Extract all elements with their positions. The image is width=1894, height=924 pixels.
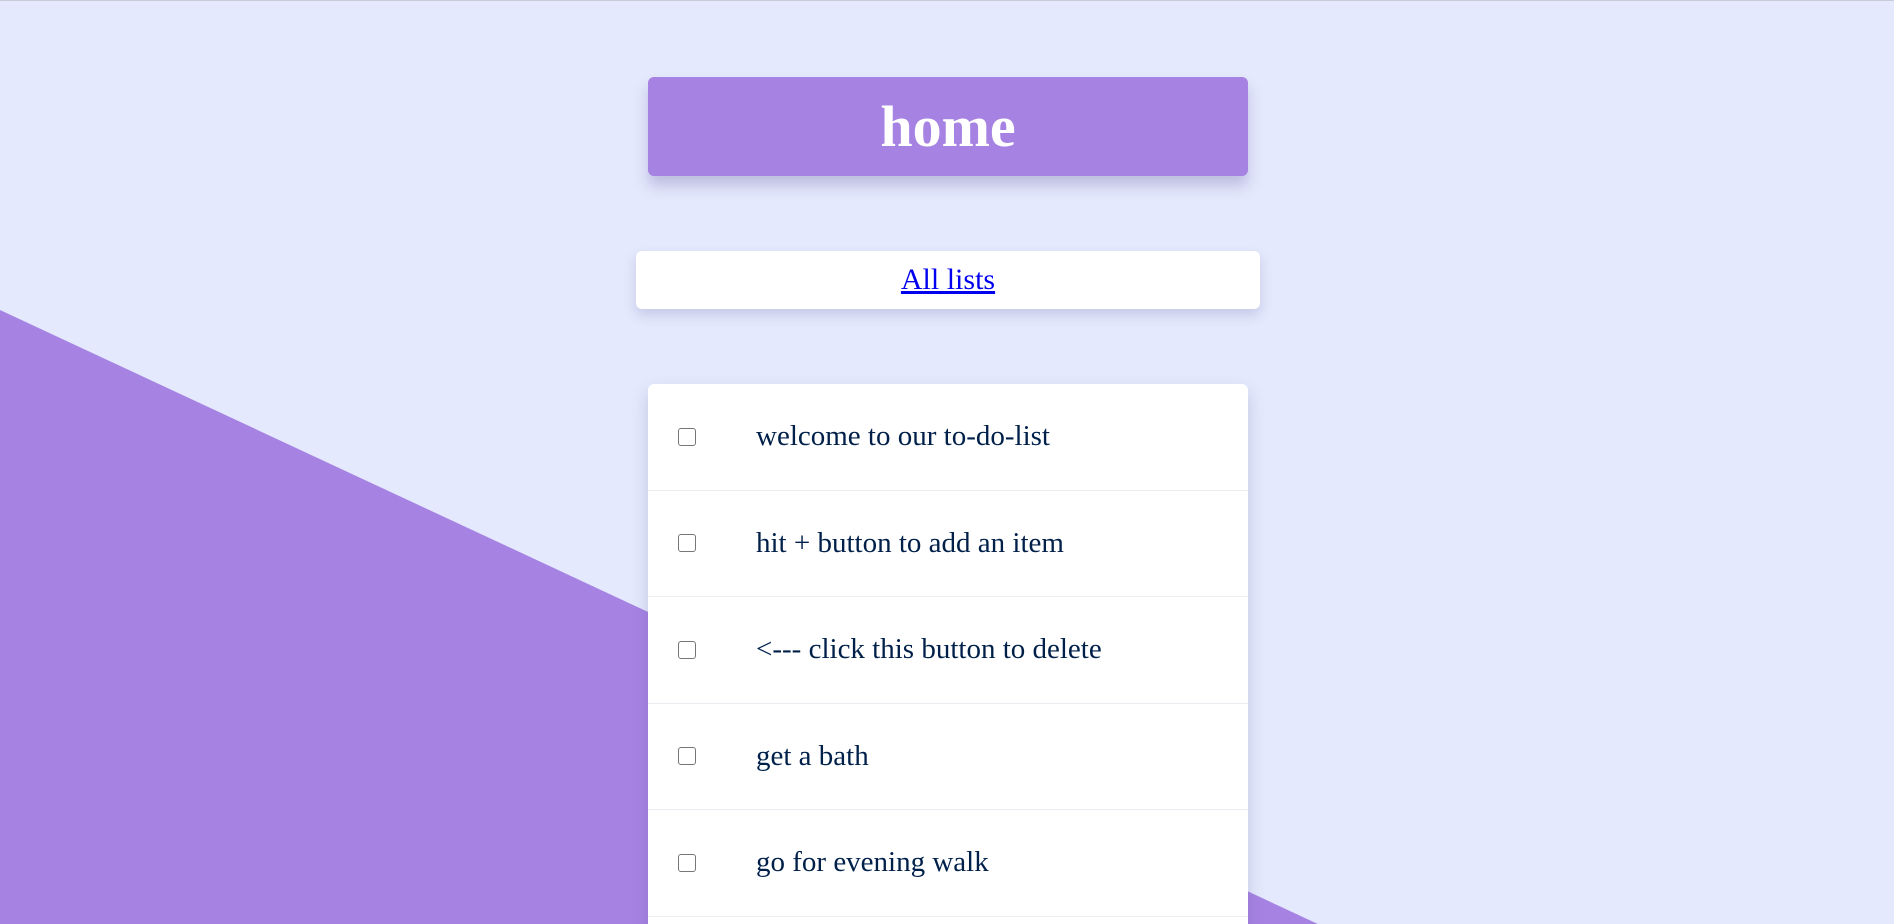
item-checkbox[interactable] [678,853,696,872]
list-item: get a bath [648,704,1248,810]
item-text: go for evening walk [756,846,989,879]
item-checkbox[interactable] [678,534,696,553]
page-title: home [880,93,1016,159]
todo-list: welcome to our to-do-list hit + button t… [648,384,1248,924]
item-text: get a bath [756,739,869,772]
nav-bar: All lists [636,251,1260,309]
item-text: <--- click this button to delete [756,633,1102,666]
heading-banner: home [648,77,1248,176]
list-item: welcome to our to-do-list [648,384,1248,491]
item-text: welcome to our to-do-list [756,420,1050,453]
list-item: hit + button to add an item [648,491,1248,597]
item-checkbox[interactable] [678,427,696,446]
item-checkbox[interactable] [678,747,696,766]
list-item: <--- click this button to delete [648,597,1248,704]
list-item: go for evening walk [648,810,1248,917]
all-lists-link[interactable]: All lists [901,263,995,297]
item-text: hit + button to add an item [756,526,1064,559]
item-checkbox[interactable] [678,640,696,659]
